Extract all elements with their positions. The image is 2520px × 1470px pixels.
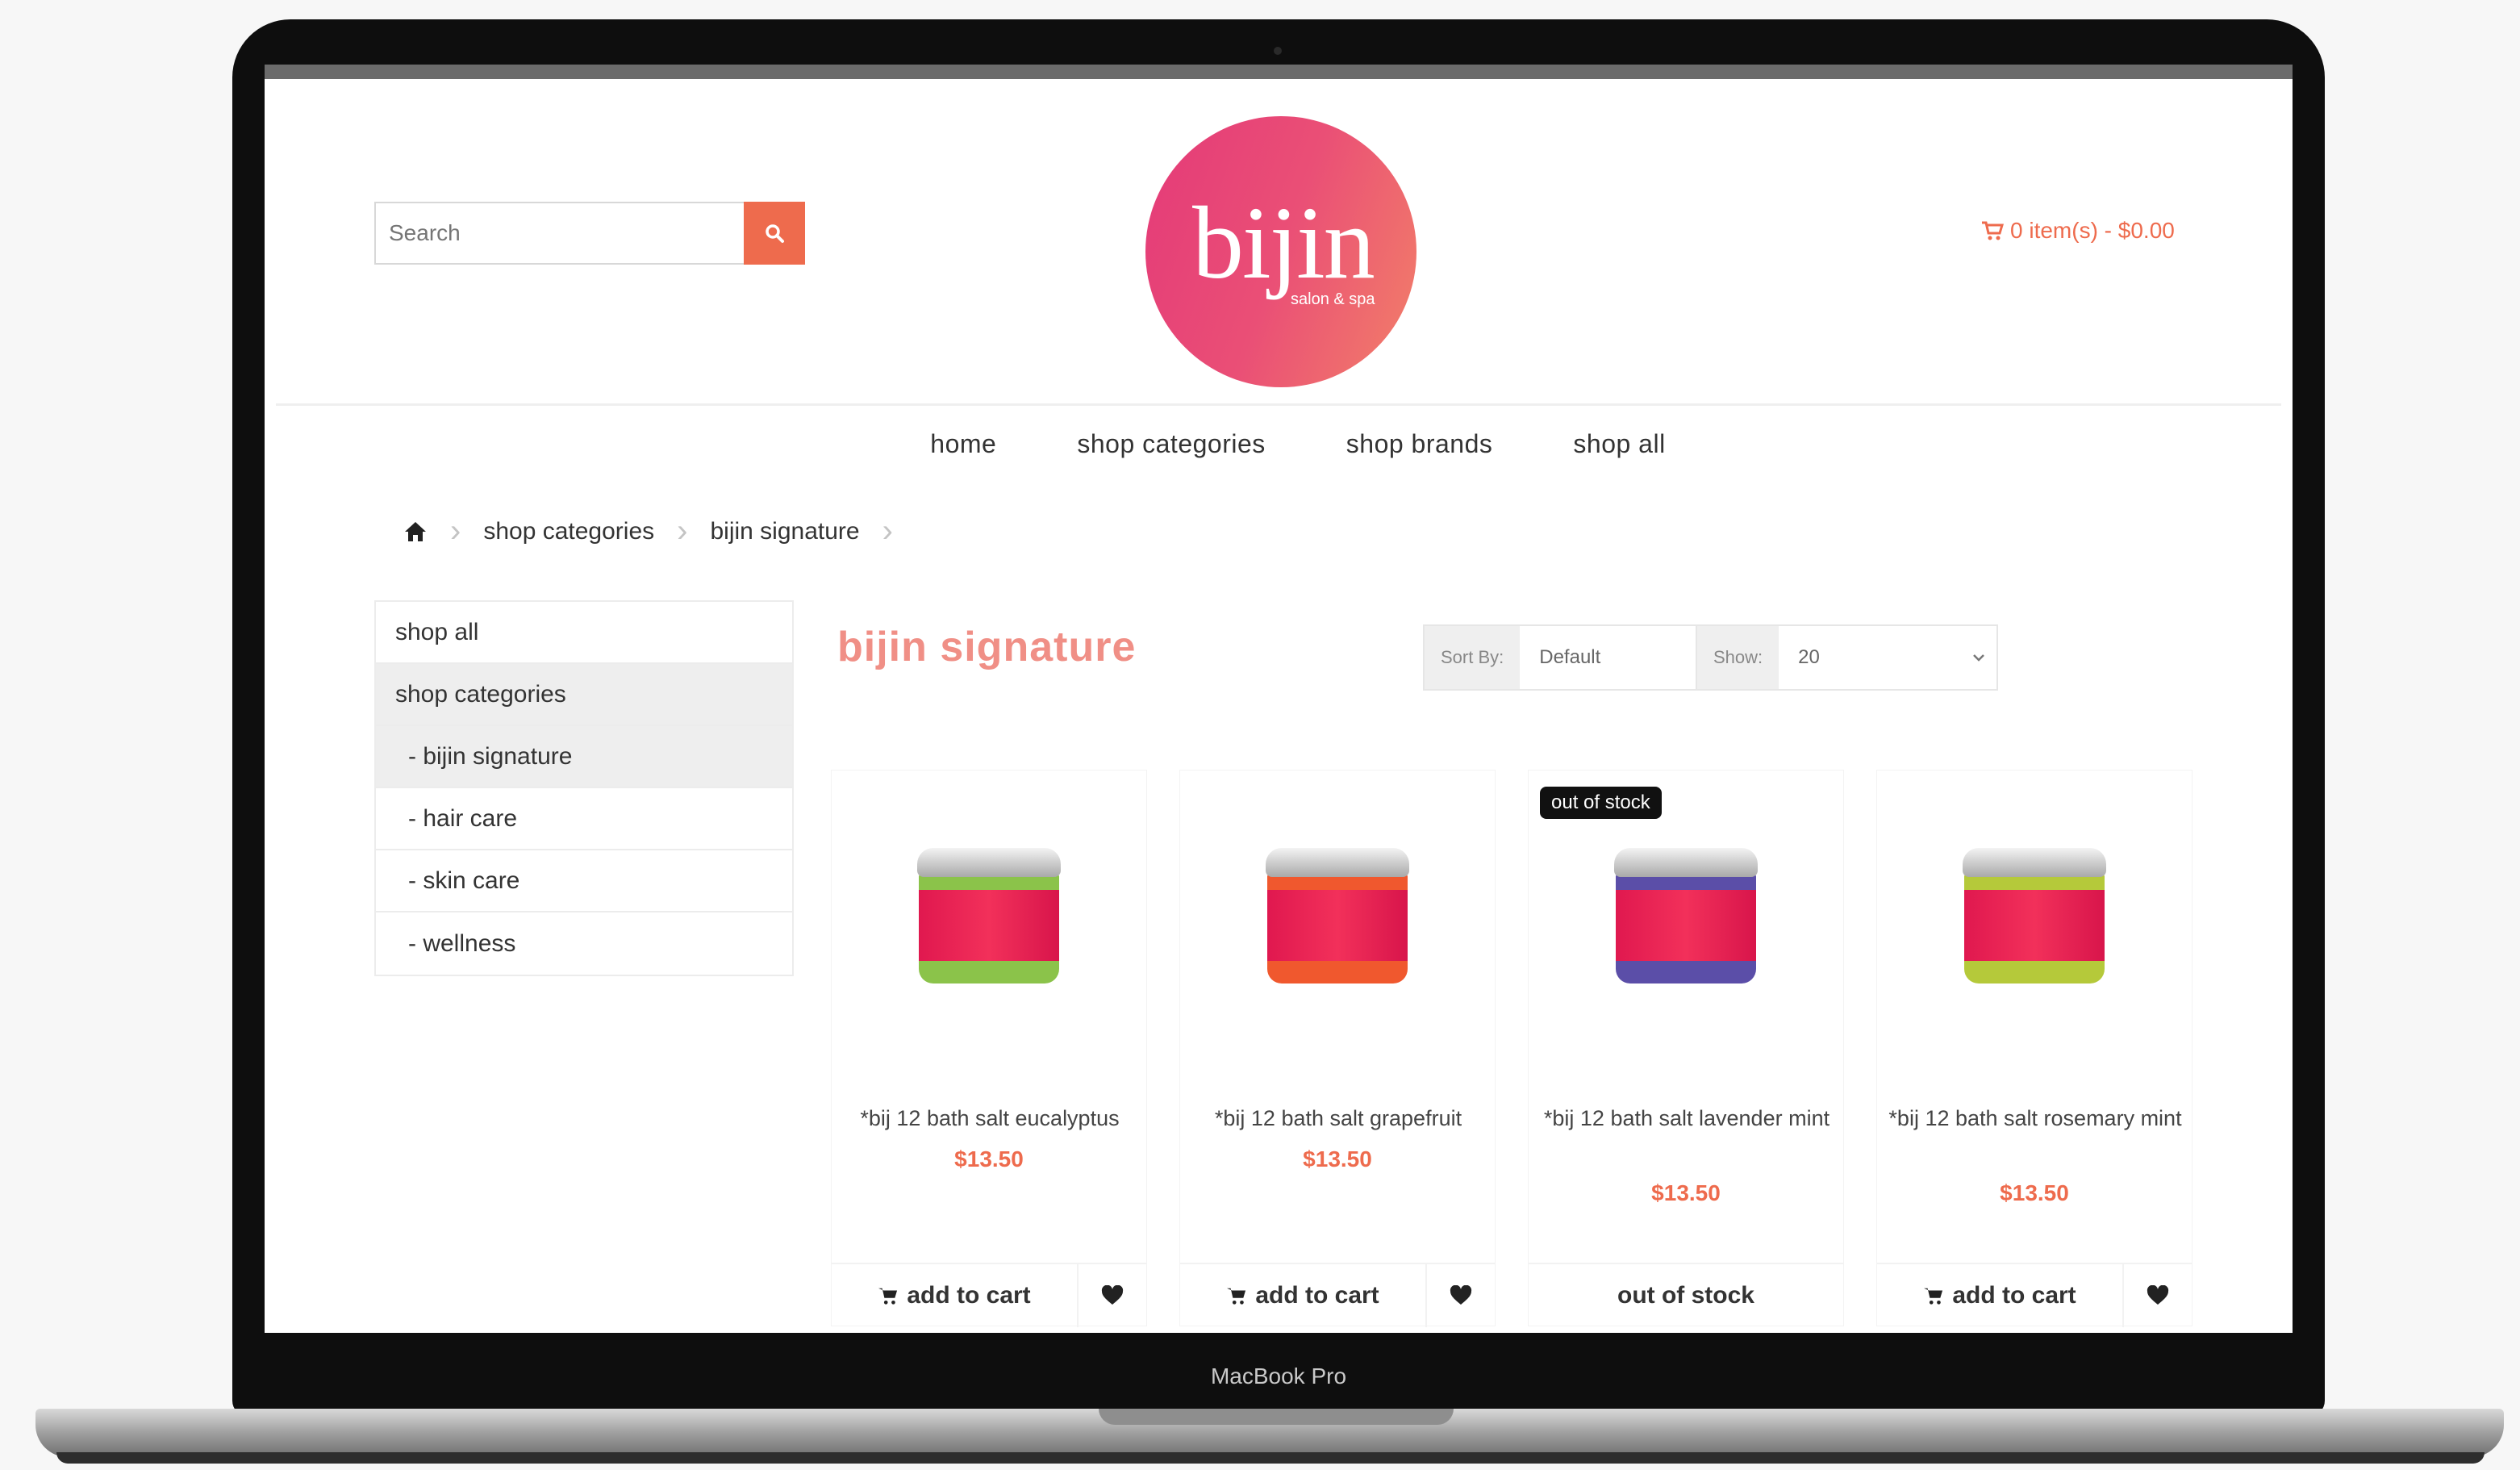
product-card: *bij 12 bath salt eucalyptus $13.50 add … [831, 770, 1147, 1327]
product-name[interactable]: *bij 12 bath salt rosemary mint [1885, 1101, 2185, 1135]
sidebar-item-hair-care[interactable]: - hair care [376, 788, 792, 850]
camera-dot [1274, 47, 1282, 55]
bath-salt-jar-image [1963, 848, 2106, 983]
product-image[interactable] [832, 770, 1146, 1061]
limit-select[interactable]: 20 [1779, 626, 1997, 689]
chevron-right-icon: › [882, 513, 893, 549]
add-to-cart-button[interactable]: add to cart [1877, 1264, 2122, 1327]
category-sidebar: shop all shop categories - bijin signatu… [374, 600, 794, 976]
cart-link[interactable]: 0 item(s) - $0.00 [1981, 218, 2175, 244]
product-actions: add to cart [1180, 1263, 1495, 1327]
heart-icon [1450, 1285, 1472, 1305]
product-grid: *bij 12 bath salt eucalyptus $13.50 add … [831, 770, 2192, 1327]
main-nav: home shop categories shop brands shop al… [265, 429, 2293, 459]
add-to-cart-button[interactable]: add to cart [832, 1264, 1077, 1327]
header-divider [276, 403, 2281, 406]
nav-shop-categories[interactable]: shop categories [1077, 429, 1265, 459]
limit-value: 20 [1798, 646, 1820, 668]
product-name[interactable]: *bij 12 bath salt lavender mint [1537, 1101, 1837, 1135]
nav-shop-all[interactable]: shop all [1573, 429, 1665, 459]
product-listing: bijin signature Sort By: Default Show: 2… [826, 600, 2197, 1333]
product-price: $13.50 [954, 1146, 1024, 1171]
sidebar-item-bijin-signature[interactable]: - bijin signature [376, 726, 792, 788]
heart-icon [2147, 1285, 2169, 1305]
product-actions: out of stock [1529, 1263, 1843, 1327]
add-to-cart-label: add to cart [1255, 1282, 1379, 1309]
chevron-right-icon: › [450, 513, 461, 549]
show-label: Show: [1697, 626, 1779, 689]
limit-control: Show: 20 [1696, 624, 1999, 691]
breadcrumb-bijin-signature[interactable]: bijin signature [710, 518, 859, 545]
search-input[interactable] [389, 220, 744, 246]
cart-icon [1227, 1288, 1246, 1305]
product-price: $13.50 [2000, 1180, 2069, 1205]
nav-home[interactable]: home [930, 429, 996, 459]
product-actions: add to cart [832, 1263, 1146, 1327]
laptop-base-notch [1099, 1409, 1454, 1425]
chevron-down-icon [1973, 654, 1985, 662]
logo-tagline: salon & spa [1291, 290, 1375, 308]
breadcrumb: › shop categories › bijin signature › [403, 513, 893, 549]
cart-icon [878, 1288, 898, 1305]
product-card: *bij 12 bath salt grapefruit $13.50 add … [1179, 770, 1496, 1327]
logo-text: bijin [1192, 186, 1375, 300]
laptop-base [35, 1409, 2504, 1457]
wishlist-button[interactable] [1425, 1264, 1495, 1327]
product-price: $13.50 [1651, 1180, 1721, 1205]
product-name[interactable]: *bij 12 bath salt grapefruit [1188, 1101, 1488, 1135]
bath-salt-jar-image [917, 848, 1061, 983]
nav-shop-brands[interactable]: shop brands [1346, 429, 1493, 459]
add-to-cart-label: add to cart [907, 1282, 1031, 1309]
product-name[interactable]: *bij 12 bath salt eucalyptus [840, 1101, 1140, 1135]
browser-top-bar [265, 65, 2293, 79]
heart-icon [1101, 1285, 1124, 1305]
bath-salt-jar-image [1614, 848, 1758, 983]
bijin-logo[interactable]: bijin salon & spa [1145, 116, 1416, 387]
laptop-base-shadow [56, 1452, 2485, 1464]
out-of-stock-label: out of stock [1617, 1282, 1754, 1309]
sidebar-item-skin-care[interactable]: - skin care [376, 850, 792, 912]
breadcrumb-shop-categories[interactable]: shop categories [483, 518, 654, 545]
search-box [374, 202, 744, 265]
bath-salt-jar-image [1266, 848, 1409, 983]
product-price: $13.50 [1303, 1146, 1372, 1171]
laptop-bezel: bijin salon & spa 0 item(s) - $0.00 home… [232, 19, 2325, 1417]
out-of-stock-badge: out of stock [1540, 787, 1662, 819]
out-of-stock-button: out of stock [1529, 1264, 1843, 1327]
sidebar-item-shop-all[interactable]: shop all [376, 602, 792, 664]
sidebar-item-wellness[interactable]: - wellness [376, 912, 792, 975]
wishlist-button[interactable] [2122, 1264, 2192, 1327]
product-actions: add to cart [1877, 1263, 2192, 1327]
sort-label: Sort By: [1425, 626, 1521, 689]
page-title: bijin signature [837, 624, 1137, 670]
search-icon [766, 224, 784, 243]
sort-value: Default [1539, 646, 1601, 668]
cart-icon [1982, 221, 2004, 240]
wishlist-button[interactable] [1077, 1264, 1146, 1327]
cart-icon [1924, 1288, 1943, 1305]
sidebar-item-shop-categories[interactable]: shop categories [376, 664, 792, 726]
add-to-cart-label: add to cart [1952, 1282, 2076, 1309]
product-card: out of stock *bij 12 bath salt lavender … [1528, 770, 1844, 1326]
browser-screen: bijin salon & spa 0 item(s) - $0.00 home… [265, 65, 2293, 1333]
product-card: *bij 12 bath salt rosemary mint $13.50 a… [1876, 770, 2192, 1327]
product-image[interactable] [1180, 770, 1495, 1061]
home-icon[interactable] [403, 520, 428, 543]
product-image[interactable] [1877, 770, 2192, 1061]
laptop-model-label: MacBook Pro [1210, 1364, 1347, 1389]
cart-summary: 0 item(s) - $0.00 [2010, 218, 2175, 243]
chevron-right-icon: › [677, 513, 688, 549]
add-to-cart-button[interactable]: add to cart [1180, 1264, 1425, 1327]
search-button[interactable] [744, 202, 805, 265]
